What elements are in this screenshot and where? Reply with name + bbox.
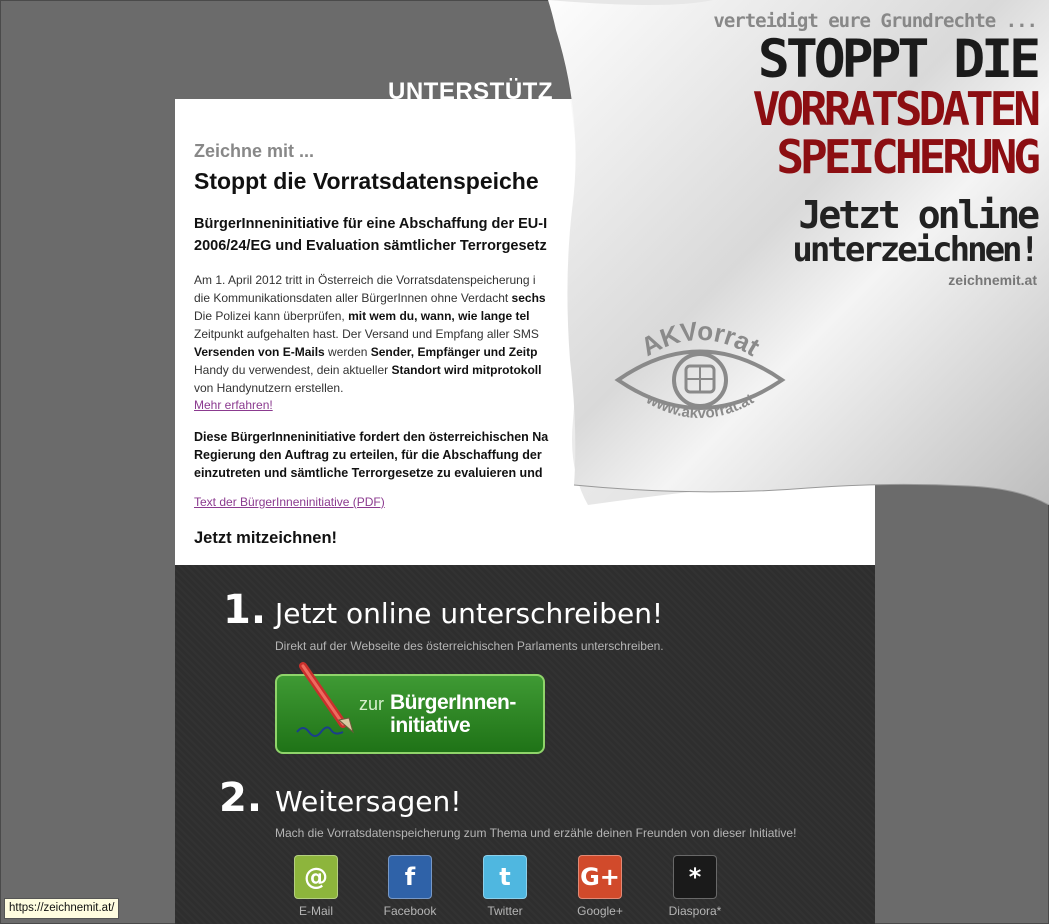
body-emphasis: Sender, Empfänger und Zeitp <box>370 345 538 359</box>
share-label: E-Mail <box>298 904 333 918</box>
facebook-icon: f <box>388 855 432 899</box>
action-section: 1. Jetzt online unterschreiben! Direkt a… <box>175 565 875 924</box>
share-label: Facebook <box>383 904 437 918</box>
body-emphasis: Versenden von E-Mails <box>194 345 325 359</box>
body-emphasis: sechs <box>511 291 546 305</box>
share-button-diaspora[interactable]: * Diaspora* <box>658 855 732 918</box>
peel-url: zeichnemit.at <box>948 272 1037 288</box>
page-peel-ad[interactable]: verteidigt eure Grundrechte ... STOPPT D… <box>548 0 1049 505</box>
peel-headline: VORRATSDATEN <box>752 82 1041 136</box>
button-label: initiative <box>390 714 471 737</box>
peel-headline: SPEICHERUNG <box>776 130 1041 184</box>
twitter-icon: t <box>483 855 527 899</box>
svg-text:www.akvorrat.at: www.akvorrat.at <box>643 390 757 422</box>
body-text: die Kommunikationsdaten aller BürgerInne… <box>194 291 512 305</box>
status-bar-url: https://zeichnemit.at/ <box>4 898 120 919</box>
pen-icon <box>296 662 354 737</box>
step-title: Weitersagen! <box>275 785 462 818</box>
step-title: Jetzt online unterschreiben! <box>275 597 664 630</box>
share-button-facebook[interactable]: f Facebook <box>373 855 447 918</box>
petition-button[interactable]: zur BürgerInnen- initiative <box>275 662 545 754</box>
sign-now-heading: Jetzt mitzeichnen! <box>194 529 338 547</box>
body-emphasis: Standort wird mitprotokoll <box>391 363 542 377</box>
body-text: Die Polizei kann überprüfen, <box>194 309 349 323</box>
body-text: Am 1. April 2012 tritt in Österreich die… <box>194 273 536 287</box>
share-button-twitter[interactable]: t Twitter <box>468 855 542 918</box>
diaspora-icon: * <box>673 855 717 899</box>
peel-cta: unterzeichnen! <box>792 230 1040 270</box>
body-text: werden <box>324 345 371 359</box>
body-text: Zeitpunkt aufgehalten hast. Der Versand … <box>194 327 539 341</box>
step-number: 2. <box>219 775 263 821</box>
more-info-link[interactable]: Mehr erfahren! <box>194 398 273 412</box>
share-label: Google+ <box>577 904 623 918</box>
share-button-email[interactable]: @ E-Mail <box>279 855 353 918</box>
body-text: von Handynutzern erstellen. <box>194 381 344 395</box>
share-label: Diaspora* <box>668 904 722 918</box>
peel-headline: STOPPT DIE <box>757 29 1041 90</box>
pdf-link[interactable]: Text der BürgerInneninitiative (PDF) <box>194 495 385 509</box>
share-label: Twitter <box>487 904 523 918</box>
google-plus-icon: G+ <box>578 855 622 899</box>
body-emphasis: mit wem du, wann, wie lange tel <box>348 309 530 323</box>
share-button-google[interactable]: G+ Google+ <box>563 855 637 918</box>
button-label: BürgerInnen- <box>390 691 516 714</box>
kicker-text: Zeichne mit ... <box>194 141 315 161</box>
step-description: Mach die Vorratsdatenspeicherung zum The… <box>275 826 797 840</box>
page-title: Stoppt die Vorratsdatenspeiche <box>194 168 539 194</box>
step-number: 1. <box>223 587 267 633</box>
button-lead-text: zur <box>359 694 385 714</box>
body-text: Handy du verwendest, dein aktueller <box>194 363 392 377</box>
step-description: Direkt auf der Webseite des österreichis… <box>275 639 664 653</box>
akvorrat-logo: AKVorrat www.akvorrat.at <box>614 318 786 422</box>
email-icon: @ <box>294 855 338 899</box>
